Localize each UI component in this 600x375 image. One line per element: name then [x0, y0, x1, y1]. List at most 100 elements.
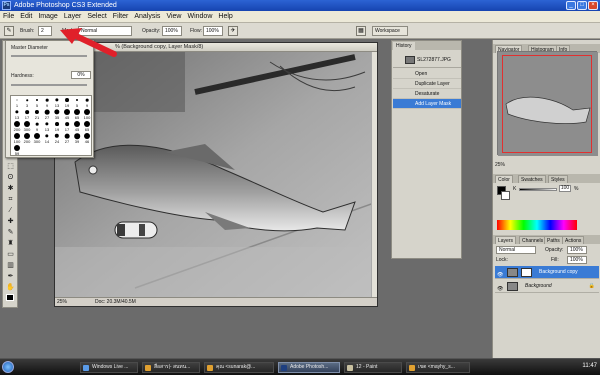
heal-tool-icon[interactable]: ✚ — [6, 217, 15, 226]
brush-preset[interactable]: 14 — [42, 133, 52, 144]
tab-paths[interactable]: Paths — [544, 236, 563, 244]
brush-preset[interactable]: 1 — [12, 97, 22, 108]
layer-opacity-input[interactable]: 100% — [567, 246, 587, 254]
brush-preset[interactable]: 35 — [52, 109, 62, 120]
brush-preset[interactable]: 21 — [32, 109, 42, 120]
taskbar-item[interactable]: สื่อสาร|- สนทน... — [142, 362, 200, 373]
brush-preset[interactable]: 5 — [32, 97, 42, 108]
lasso-tool-icon[interactable]: ʘ — [6, 173, 15, 182]
color-spectrum[interactable] — [497, 220, 577, 230]
image-canvas[interactable] — [55, 52, 377, 298]
taskbar-item[interactable]: คุณ <sunarak@... — [204, 362, 274, 373]
menu-layer[interactable]: Layer — [64, 11, 82, 23]
flow-input[interactable]: 100% — [203, 26, 223, 36]
foreground-color-swatch[interactable] — [6, 294, 14, 301]
brush-preset[interactable]: 65 — [72, 109, 82, 120]
menu-view[interactable]: View — [166, 11, 181, 23]
opacity-input[interactable]: 100% — [162, 26, 182, 36]
menu-filter[interactable]: Filter — [113, 11, 129, 23]
magic-wand-icon[interactable]: ✱ — [6, 184, 15, 193]
brush-preset[interactable]: 9 — [32, 121, 42, 132]
brush-preset[interactable]: 39 — [72, 133, 82, 144]
history-step[interactable]: Duplicate Layer — [393, 79, 461, 89]
taskbar-item[interactable]: เขต <mayhy_s... — [406, 362, 470, 373]
tab-channels[interactable]: Channels — [519, 236, 547, 244]
brush-preset[interactable]: 5 — [72, 97, 82, 108]
crop-tool-icon[interactable]: ⌗ — [6, 195, 15, 204]
brush-preset[interactable]: 9 — [82, 97, 91, 108]
hardness-input[interactable]: 0% — [71, 71, 91, 79]
brush-preset[interactable]: 300 — [22, 121, 32, 132]
brush-preset[interactable]: 100 — [12, 133, 22, 144]
pen-tool-icon[interactable]: ✒ — [6, 272, 15, 281]
hardness-slider[interactable] — [11, 84, 87, 86]
brush-preset[interactable]: 100 — [82, 109, 91, 120]
brush-tool-icon[interactable]: ✎ — [6, 228, 15, 237]
canvas-scrollbar[interactable] — [371, 52, 377, 298]
eraser-tool-icon[interactable]: ▭ — [6, 250, 15, 259]
fill-input[interactable]: 100% — [567, 256, 587, 264]
brush-preset[interactable]: 13 — [12, 109, 22, 120]
brush-preset[interactable]: 27 — [62, 133, 72, 144]
tab-history[interactable]: History — [393, 42, 415, 50]
eye-icon[interactable]: 👁 — [497, 283, 503, 292]
menu-select[interactable]: Select — [87, 11, 106, 23]
brush-preset[interactable]: 45 — [72, 121, 82, 132]
taskbar-item[interactable]: Windows Live ... — [80, 362, 138, 373]
taskbar-item[interactable]: 12 - Paint — [344, 362, 402, 373]
brush-preset[interactable]: 13 — [42, 121, 52, 132]
hand-tool-icon[interactable]: ✋ — [6, 283, 15, 292]
layer-blend-mode[interactable]: Normal — [496, 246, 536, 254]
tab-actions[interactable]: Actions — [562, 236, 585, 244]
brush-preset[interactable]: 27 — [42, 109, 52, 120]
history-step[interactable]: Desaturate — [393, 89, 461, 99]
layer-mask-thumbnail[interactable] — [521, 268, 532, 277]
brush-preset[interactable]: 59 — [12, 145, 22, 155]
layer-row[interactable]: 👁 Background 🔒 — [495, 280, 599, 293]
menu-analysis[interactable]: Analysis — [134, 11, 160, 23]
stamp-tool-icon[interactable]: ♜ — [6, 239, 15, 248]
tab-layers[interactable]: Layers — [495, 236, 517, 244]
menu-window[interactable]: Window — [187, 11, 212, 23]
palette-well-icon[interactable]: ▦ — [356, 26, 366, 36]
brush-preset[interactable]: 300 — [32, 133, 42, 144]
brush-preset[interactable]: 3 — [22, 97, 32, 108]
brush-preset[interactable]: 17 — [22, 109, 32, 120]
layer-row[interactable]: 👁 Background copy — [495, 266, 599, 279]
brush-preset[interactable]: 200 — [22, 133, 32, 144]
brush-preset[interactable]: 19 — [62, 97, 72, 108]
navigator-zoom-level[interactable]: 25% — [495, 162, 505, 168]
navigator-view-box[interactable] — [502, 55, 592, 153]
brush-preset[interactable]: 19 — [52, 121, 62, 132]
brush-tool-icon[interactable]: ✎ — [4, 26, 14, 36]
k-slider[interactable] — [519, 188, 557, 191]
start-button[interactable] — [2, 361, 14, 373]
menu-edit[interactable]: Edit — [20, 11, 32, 23]
background-swatch[interactable] — [501, 191, 510, 200]
zoom-level[interactable]: 25% — [57, 298, 67, 306]
brush-preset[interactable]: 65 — [82, 121, 91, 132]
brush-preset[interactable]: 9 — [42, 97, 52, 108]
airbrush-icon[interactable]: ✈ — [228, 26, 238, 36]
eyedropper-icon[interactable]: ⁄ — [6, 206, 15, 215]
history-snapshot[interactable]: SL272877.JPG — [393, 53, 461, 68]
close-button[interactable]: × — [588, 1, 598, 10]
menu-file[interactable]: File — [3, 11, 14, 23]
tab-styles[interactable]: Styles — [548, 175, 568, 183]
brush-preset[interactable]: 46 — [82, 133, 91, 144]
workspace-button[interactable]: Workspace — [372, 26, 408, 36]
menu-help[interactable]: Help — [218, 11, 232, 23]
tab-color[interactable]: Color — [495, 175, 513, 183]
tab-swatches[interactable]: Swatches — [518, 175, 546, 183]
eye-icon[interactable]: 👁 — [497, 269, 503, 278]
history-step[interactable]: Open — [393, 69, 461, 79]
maximize-button[interactable]: □ — [577, 1, 587, 10]
marquee-tool-icon[interactable]: ⬚ — [6, 162, 15, 171]
gradient-tool-icon[interactable]: ▥ — [6, 261, 15, 270]
clock[interactable]: 11:47 — [582, 363, 597, 369]
minimize-button[interactable]: _ — [566, 1, 576, 10]
history-step[interactable]: Add Layer Mask — [393, 99, 461, 109]
brush-preset[interactable]: 45 — [62, 109, 72, 120]
brush-preset[interactable]: 13 — [52, 97, 62, 108]
navigator-thumbnail[interactable] — [497, 51, 598, 156]
